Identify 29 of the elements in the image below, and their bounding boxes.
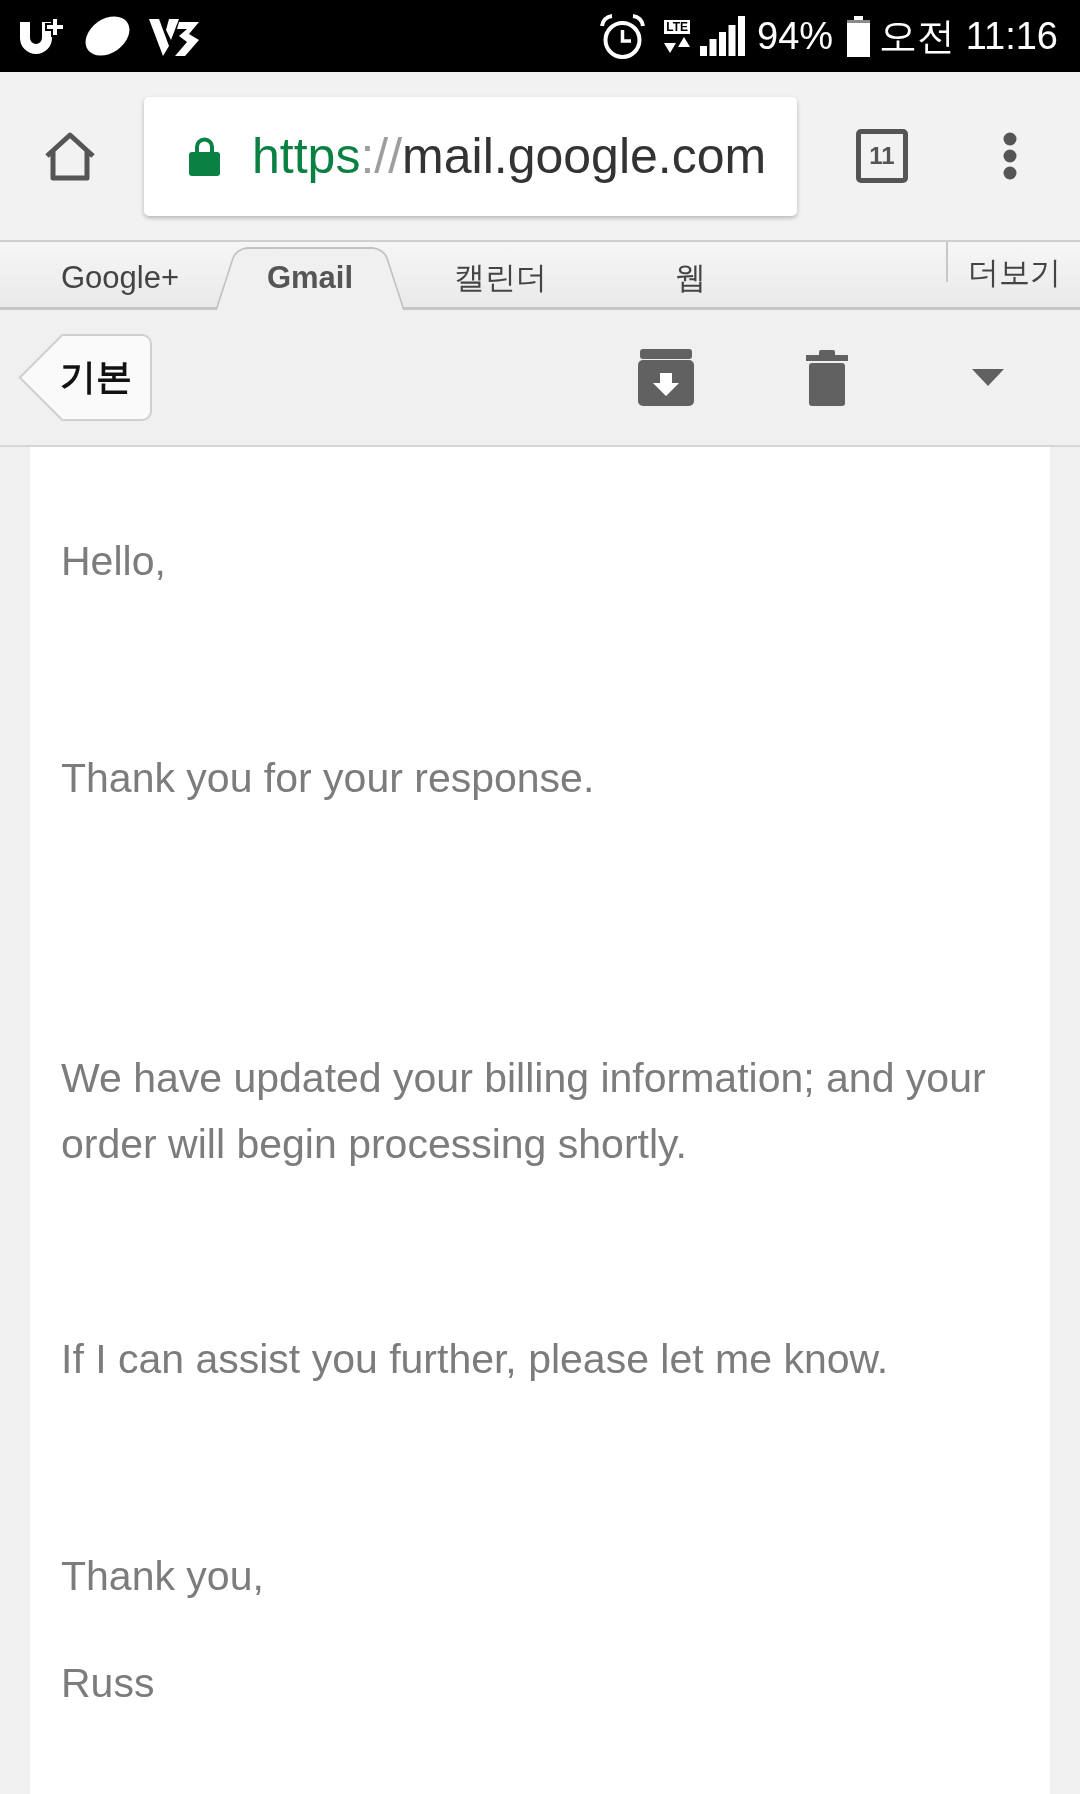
email-paragraph: If I can assist you further, please let me know. <box>61 1335 890 1384</box>
menu-icon <box>1003 132 1017 180</box>
email-paragraph: Hello, <box>61 537 167 586</box>
caret-icon <box>972 369 1004 386</box>
nav-tab[interactable]: Google+ <box>25 242 215 310</box>
battery-percent: 94% <box>757 14 834 58</box>
address-bar[interactable]: https://mail.google.com <box>144 96 797 216</box>
clock-time: 오전 11:16 <box>879 14 1058 58</box>
email-paragraph: Russ <box>61 1659 156 1708</box>
nav-tab[interactable]: 캘린더 <box>405 242 595 310</box>
tab-switcher-button[interactable]: 11 <box>856 129 908 183</box>
home-icon <box>43 130 97 182</box>
email-paragraph: Thank you for your response. <box>61 754 596 803</box>
stripe-logo-icon <box>149 16 199 56</box>
u-plus-icon <box>18 16 66 56</box>
url-text: https://mail.google.com <box>252 127 767 185</box>
email-paragraph: We have updated your billing information; and your order will begin processing shortly. <box>61 1054 987 1169</box>
more-tab[interactable]: 더보기 <box>948 242 1080 310</box>
trash-icon <box>806 349 848 406</box>
battery-icon <box>847 15 871 57</box>
nav-tab[interactable]: 웹 <box>595 242 785 310</box>
back-button[interactable]: 기본 <box>18 334 152 421</box>
archive-icon <box>638 349 694 406</box>
email-paragraph: Thank you, <box>61 1552 265 1601</box>
signal-bars-icon <box>700 16 747 56</box>
network-type-label: LTE <box>664 19 690 34</box>
nav-tab[interactable]: Gmail <box>215 242 405 310</box>
data-arrows-icon <box>664 36 691 53</box>
alarm-clock-icon <box>599 12 647 60</box>
